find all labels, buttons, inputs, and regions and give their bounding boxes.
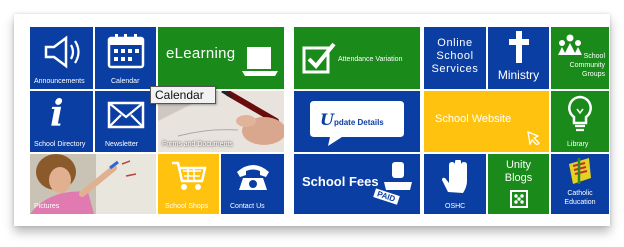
checkbox-icon bbox=[302, 41, 338, 75]
school-website-tile[interactable]: School Website bbox=[424, 91, 549, 152]
contact-us-tile[interactable]: Contact Us bbox=[221, 154, 284, 214]
shopping-cart-icon bbox=[171, 160, 207, 192]
online-school-services-label-line2: School bbox=[436, 50, 474, 62]
online-school-services-label-line3: Services bbox=[431, 63, 479, 75]
elearning-tile[interactable]: eLearning bbox=[158, 27, 284, 89]
school-directory-label: School Directory bbox=[34, 141, 86, 148]
pictures-label: Pictures bbox=[34, 203, 60, 210]
library-label: Library bbox=[567, 141, 589, 148]
school-directory-tile[interactable]: i School Directory bbox=[30, 91, 93, 152]
school-community-groups-label-line1: School bbox=[583, 53, 605, 60]
cursor-arrow-icon bbox=[527, 131, 541, 145]
calendar-tooltip: Calendar bbox=[150, 86, 216, 104]
unity-blogs-label-line2: Blogs bbox=[504, 172, 533, 184]
calendar-tile[interactable]: Calendar bbox=[95, 27, 156, 89]
laptop-icon bbox=[240, 45, 280, 79]
calendar-label: Calendar bbox=[111, 78, 140, 85]
oshc-tile[interactable]: OSHC bbox=[424, 154, 486, 214]
telephone-icon bbox=[235, 162, 271, 192]
newsletter-label: Newsletter bbox=[105, 141, 139, 148]
unity-blogs-tile[interactable]: Unity Blogs bbox=[488, 154, 549, 214]
unity-blogs-label-line1: Unity bbox=[505, 159, 532, 171]
newsletter-tile[interactable]: Newsletter bbox=[95, 91, 156, 152]
update-details-label: Update Details bbox=[320, 110, 384, 130]
update-details-tile[interactable]: Update Details bbox=[294, 91, 420, 152]
online-school-services-tile[interactable]: Online School Services bbox=[424, 27, 486, 89]
envelope-icon bbox=[107, 101, 145, 129]
school-community-groups-label-line3: Groups bbox=[582, 71, 605, 78]
attendance-variation-label: Attendance Variation bbox=[338, 56, 403, 63]
school-website-label: School Website bbox=[435, 113, 512, 125]
contact-us-label: Contact Us bbox=[230, 203, 265, 210]
catholic-education-label-line2: Education bbox=[564, 199, 596, 206]
forms-and-documents-label: Forms and Documents bbox=[162, 141, 233, 148]
library-tile[interactable]: Library bbox=[551, 91, 609, 152]
info-icon: i bbox=[50, 93, 64, 135]
elearning-label: eLearning bbox=[166, 45, 236, 62]
school-shops-tile[interactable]: School Shops bbox=[158, 154, 219, 214]
announcements-label: Announcements bbox=[34, 78, 85, 85]
pictures-tile[interactable]: Pictures bbox=[30, 154, 156, 214]
announcements-tile[interactable]: Announcements bbox=[30, 27, 93, 89]
oshc-label: OSHC bbox=[445, 203, 466, 210]
catholic-education-tile[interactable]: Catholic Education bbox=[551, 154, 609, 214]
attendance-variation-tile[interactable]: Attendance Variation bbox=[294, 27, 420, 89]
school-shops-label: School Shops bbox=[165, 203, 209, 210]
update-details-rest: pdate Details bbox=[333, 118, 384, 127]
online-school-services-label-line1: Online bbox=[437, 37, 473, 49]
school-fees-label: School Fees bbox=[302, 174, 379, 189]
school-community-groups-tile[interactable]: School Community Groups bbox=[551, 27, 609, 89]
ministry-tile[interactable]: Ministry bbox=[488, 27, 549, 89]
blog-grid-icon bbox=[510, 190, 528, 208]
hand-icon bbox=[440, 160, 470, 194]
megaphone-icon bbox=[42, 35, 82, 69]
catholic-education-label-line1: Catholic bbox=[567, 190, 593, 197]
cross-icon bbox=[509, 31, 529, 63]
school-community-groups-label-line2: Community bbox=[569, 62, 605, 69]
ministry-label: Ministry bbox=[497, 68, 540, 82]
lightbulb-icon bbox=[566, 95, 594, 133]
school-fees-tile[interactable]: School Fees PAID bbox=[294, 154, 420, 214]
catholic-education-logo-icon bbox=[565, 156, 595, 186]
update-details-initial: U bbox=[320, 110, 334, 129]
calendar-icon bbox=[107, 33, 145, 69]
